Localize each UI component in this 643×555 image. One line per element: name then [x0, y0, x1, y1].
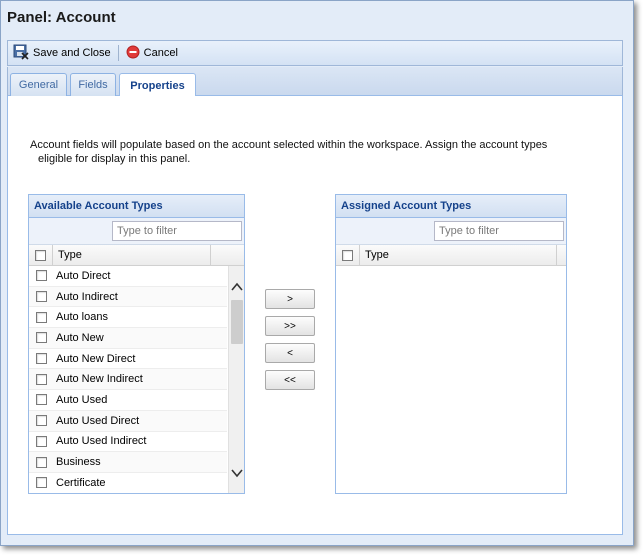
- list-item[interactable]: Business: [29, 452, 227, 473]
- move-left-button[interactable]: <: [265, 343, 315, 363]
- row-checkbox-cell: [29, 415, 53, 427]
- row-checkbox-cell: [29, 435, 53, 447]
- account-type-label: Auto Direct: [56, 269, 111, 282]
- chevron-down-icon[interactable]: [231, 466, 243, 480]
- tab-general-label: General: [18, 79, 59, 91]
- row-checkbox[interactable]: [35, 456, 47, 468]
- toolbar: Save and Close Cancel: [7, 40, 623, 66]
- available-account-types-grid: Available Account Types Type Auto Direct…: [28, 194, 245, 494]
- row-checkbox[interactable]: [35, 477, 47, 489]
- cancel-button[interactable]: Cancel: [126, 45, 178, 62]
- row-checkbox-cell: [29, 456, 53, 468]
- move-all-left-button[interactable]: <<: [265, 370, 315, 390]
- row-checkbox[interactable]: [35, 394, 47, 406]
- save-and-close-label: Save and Close: [33, 47, 111, 59]
- assigned-column-end: [556, 245, 566, 265]
- assigned-column-header: Type: [336, 245, 566, 266]
- list-item[interactable]: Certificate: [29, 473, 227, 493]
- scrollbar-thumb[interactable]: [231, 300, 243, 344]
- tab-fields-label: Fields: [78, 79, 108, 91]
- assigned-account-types-grid: Assigned Account Types Type: [335, 194, 567, 494]
- list-item[interactable]: Auto New: [29, 328, 227, 349]
- available-filter-bar: [29, 218, 244, 245]
- account-type-label: Auto Used Indirect: [56, 435, 147, 448]
- row-checkbox[interactable]: [35, 435, 47, 447]
- available-column-end: [210, 245, 244, 265]
- list-item[interactable]: Auto New Direct: [29, 349, 227, 370]
- tab-properties-label: Properties: [130, 79, 185, 92]
- account-type-label: Auto loans: [56, 311, 108, 324]
- row-checkbox-cell: [29, 477, 53, 489]
- available-grid-header: Available Account Types: [29, 195, 244, 218]
- account-type-label: Auto Used: [56, 393, 108, 406]
- account-type-label: Auto Used Direct: [56, 414, 140, 427]
- row-checkbox[interactable]: [35, 332, 47, 344]
- assigned-type-column-label[interactable]: Type: [360, 249, 389, 261]
- list-item[interactable]: Auto Direct: [29, 266, 227, 287]
- assigned-grid-header: Assigned Account Types: [336, 195, 566, 218]
- row-checkbox-cell: [29, 353, 53, 365]
- account-type-label: Certificate: [56, 476, 106, 489]
- row-checkbox-cell: [29, 311, 53, 323]
- cancel-icon: [126, 45, 140, 62]
- list-item[interactable]: Auto Used: [29, 390, 227, 411]
- move-all-right-button[interactable]: >>: [265, 316, 315, 336]
- list-item[interactable]: Auto New Indirect: [29, 369, 227, 391]
- available-scrollbar[interactable]: [228, 266, 244, 493]
- row-checkbox-cell: [29, 270, 53, 282]
- description-line-1: Account fields will populate based on th…: [30, 139, 548, 151]
- row-checkbox[interactable]: [35, 270, 47, 282]
- move-right-button[interactable]: >: [265, 289, 315, 309]
- list-item[interactable]: Auto loans: [29, 307, 227, 329]
- properties-panel: Account fields will populate based on th…: [7, 96, 623, 535]
- available-type-column-label[interactable]: Type: [53, 249, 82, 261]
- available-select-all-checkbox[interactable]: [35, 249, 46, 261]
- assigned-filter-bar: [336, 218, 566, 245]
- available-column-header: Type: [29, 245, 244, 266]
- save-close-icon: [13, 44, 29, 63]
- tab-bar: General Fields Properties: [7, 67, 623, 97]
- panel-window: Panel: Account Save and Close Cancel Gen…: [0, 0, 634, 546]
- row-checkbox-cell: [29, 394, 53, 406]
- page-title: Panel: Account: [7, 9, 116, 26]
- description-text: Account fields will populate based on th…: [30, 138, 570, 166]
- account-type-label: Auto Indirect: [56, 290, 118, 303]
- account-type-label: Business: [56, 456, 101, 469]
- account-type-label: Auto New: [56, 331, 104, 344]
- list-item[interactable]: Auto Indirect: [29, 286, 227, 308]
- assigned-filter-input[interactable]: [434, 221, 564, 241]
- row-checkbox[interactable]: [35, 291, 47, 303]
- tab-properties[interactable]: Properties: [119, 73, 196, 97]
- account-type-label: Auto New Indirect: [56, 373, 143, 386]
- assigned-rows: [336, 266, 566, 493]
- row-checkbox-cell: [29, 291, 53, 303]
- available-select-all-cell: [29, 245, 53, 265]
- available-rows: Auto Direct Auto Indirect Auto loans Auto N…: [29, 266, 244, 493]
- account-type-label: Auto New Direct: [56, 352, 136, 365]
- list-item[interactable]: Auto Used Direct: [29, 410, 227, 432]
- chevron-up-icon[interactable]: [231, 280, 243, 294]
- cancel-label: Cancel: [143, 47, 178, 59]
- assigned-select-all-cell: [336, 245, 360, 265]
- row-checkbox[interactable]: [35, 311, 47, 323]
- toolbar-separator: [117, 45, 119, 61]
- row-checkbox-cell: [29, 332, 53, 344]
- row-checkbox[interactable]: [35, 353, 47, 365]
- list-item[interactable]: Auto Used Indirect: [29, 432, 227, 453]
- assigned-select-all-checkbox[interactable]: [342, 249, 353, 261]
- tab-general[interactable]: General: [10, 73, 67, 96]
- tab-fields[interactable]: Fields: [70, 73, 116, 96]
- row-checkbox[interactable]: [35, 373, 47, 385]
- row-checkbox-cell: [29, 373, 53, 385]
- description-line-2: eligible for display in this panel.: [38, 153, 191, 165]
- save-and-close-button[interactable]: Save and Close: [13, 44, 111, 63]
- available-filter-input[interactable]: [112, 221, 242, 241]
- row-checkbox[interactable]: [35, 415, 47, 427]
